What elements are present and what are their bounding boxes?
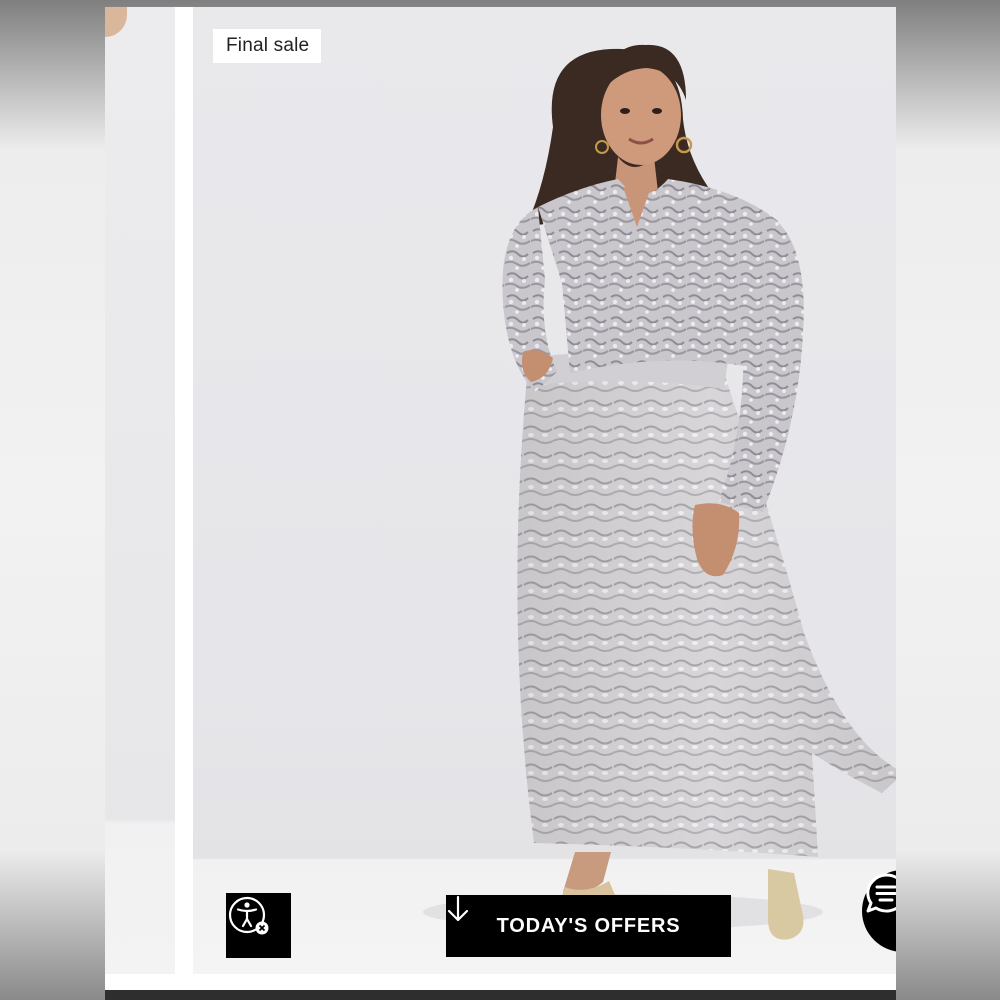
model-illustration	[423, 44, 896, 940]
product-image[interactable]: Final sale TODAY'S OFFERS	[193, 7, 896, 974]
previous-image-detail	[105, 7, 127, 37]
chat-icon	[866, 873, 896, 913]
final-sale-badge: Final sale	[213, 29, 322, 63]
arrow-down-icon	[447, 895, 469, 922]
previous-image-peek[interactable]	[105, 7, 175, 974]
gallery-divider	[175, 7, 193, 990]
accessibility-icon	[228, 896, 269, 935]
todays-offers-button[interactable]: TODAY'S OFFERS	[446, 895, 731, 957]
product-gallery: Final sale TODAY'S OFFERS	[105, 7, 896, 990]
accessibility-button[interactable]	[226, 893, 291, 958]
bottom-bar	[105, 990, 896, 1000]
todays-offers-label: TODAY'S OFFERS	[496, 914, 681, 937]
